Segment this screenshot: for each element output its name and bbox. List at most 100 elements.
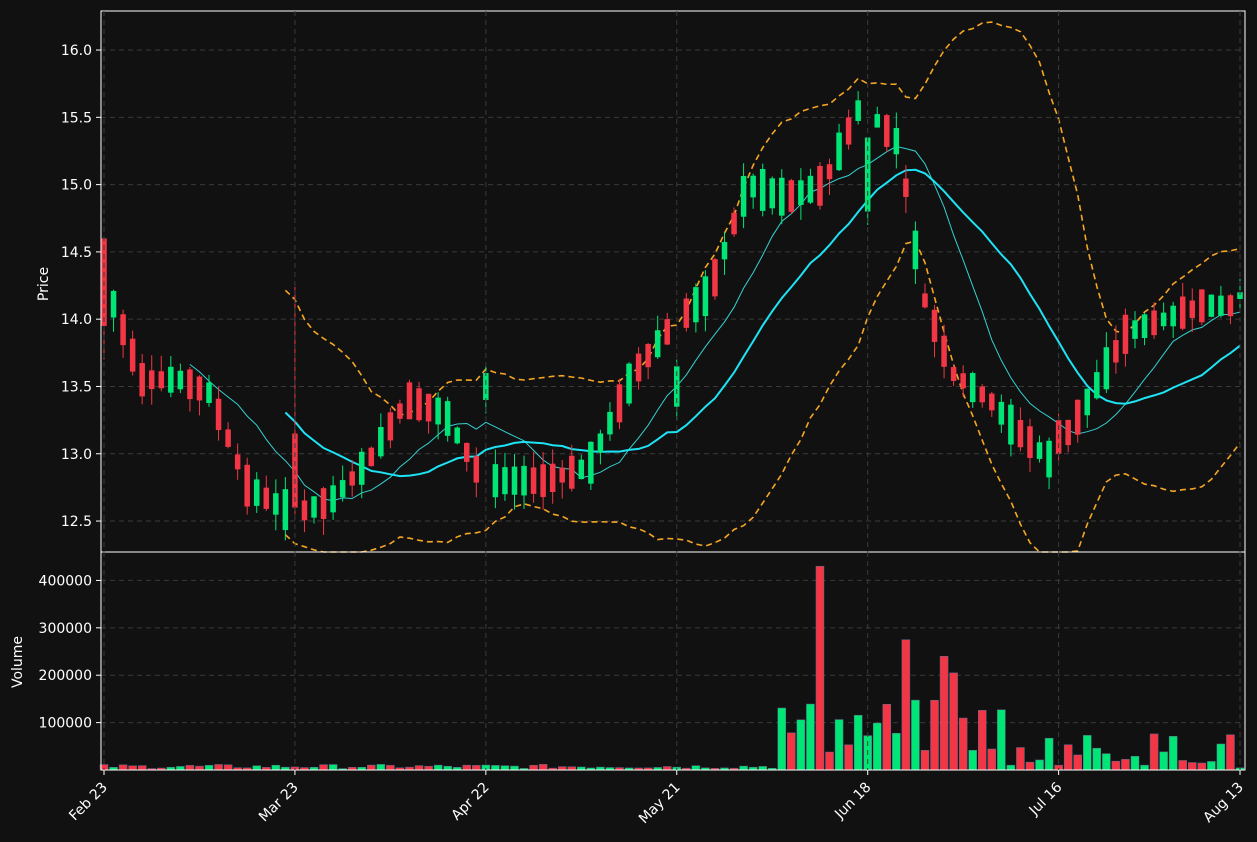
candle-body: [120, 314, 126, 346]
candle-body: [378, 426, 384, 457]
candle-body: [721, 241, 728, 260]
candle-body: [1094, 372, 1100, 399]
candle-body: [206, 382, 212, 404]
volume-bar: [1083, 735, 1092, 771]
candle-body: [1199, 289, 1205, 323]
volume-bar: [834, 719, 844, 771]
candle-body: [177, 370, 184, 390]
candle-body: [1189, 300, 1196, 318]
volume-bar: [997, 709, 1006, 771]
candle-body: [884, 115, 890, 147]
candle-body: [779, 177, 785, 216]
candle-body: [110, 290, 117, 318]
candle-body: [425, 393, 432, 422]
volume-bar: [223, 764, 233, 771]
candle: [683, 292, 690, 332]
volume-bar: [806, 703, 815, 771]
volume-bar: [1063, 744, 1073, 771]
volume-bar: [882, 703, 892, 771]
price-tick-label: 14.0: [61, 312, 92, 328]
volume-bar: [872, 722, 882, 771]
candle-body: [893, 128, 900, 155]
candle: [406, 379, 413, 420]
candle-body: [597, 433, 604, 453]
candle-body: [702, 276, 709, 317]
volume-bar: [892, 732, 901, 771]
volume-bar: [1168, 736, 1178, 771]
volume-bar: [1035, 759, 1044, 771]
volume-bar: [557, 766, 567, 771]
candle-body: [387, 412, 394, 441]
candle-body: [798, 180, 804, 205]
candle-body: [282, 489, 289, 531]
candle-body: [397, 403, 403, 419]
volume-bar: [1111, 760, 1121, 771]
volume-bar: [1121, 759, 1130, 771]
candle: [444, 396, 451, 442]
candle: [788, 178, 795, 215]
candle-body: [578, 459, 585, 480]
candle-body: [234, 454, 241, 470]
price-tick-label: 15.5: [61, 110, 92, 126]
candle-body: [1160, 312, 1167, 327]
candle-body: [969, 373, 976, 403]
volume-bar: [815, 565, 825, 771]
candle-body: [435, 397, 441, 425]
volume-bar: [137, 765, 147, 771]
candle-body: [769, 178, 775, 209]
candle-body: [253, 479, 260, 506]
candle-body: [444, 401, 451, 436]
candle: [712, 257, 718, 300]
candle-body: [998, 401, 1005, 425]
volume-bar: [185, 765, 195, 771]
volume-bar: [1016, 747, 1025, 771]
volume-bar: [949, 672, 958, 771]
volume-bar: [462, 764, 472, 771]
candle-body: [225, 429, 231, 447]
volume-bar: [386, 765, 395, 771]
volume-bar: [796, 719, 806, 771]
volume-bar: [271, 764, 281, 771]
volume-bar: [978, 710, 987, 771]
volume-tick-label: 100000: [39, 716, 92, 732]
candle-body: [845, 117, 852, 145]
volume-bar: [319, 764, 328, 771]
candle-body: [836, 132, 842, 171]
candle-body: [1008, 404, 1014, 445]
candle-body: [979, 386, 986, 403]
volume-bar: [825, 751, 834, 771]
volume-bar: [758, 766, 767, 771]
candle-body: [263, 487, 270, 509]
candle-body: [664, 319, 670, 345]
volume-bar: [1159, 751, 1168, 771]
volume-bar: [777, 707, 787, 771]
candle-body: [712, 259, 718, 297]
candle-body: [750, 175, 756, 198]
candle-body: [454, 427, 460, 444]
volume-bar: [1006, 764, 1016, 771]
price-tick-label: 12.5: [61, 514, 92, 530]
volume-bar: [1092, 747, 1102, 771]
volume-bar: [529, 764, 538, 771]
volume-bar: [433, 764, 443, 771]
candle-body: [616, 384, 623, 423]
volume-bar: [1149, 733, 1159, 771]
candle-body: [511, 466, 518, 495]
volume-bar: [443, 765, 452, 771]
volume-bar: [987, 748, 997, 771]
candle-body: [349, 471, 355, 486]
volume-bar: [844, 744, 853, 771]
candle-body: [788, 180, 795, 212]
volume-bar: [901, 639, 911, 771]
candle-body: [731, 212, 737, 235]
volume-bar: [472, 765, 481, 771]
volume-bar: [1178, 760, 1187, 771]
stock-chart: 12.5 13.0 13.5 14.0 14.5 15.0 15.5 16.0 Price 1…: [0, 0, 1257, 842]
candle-body: [931, 309, 938, 342]
volume-bar: [1130, 756, 1140, 771]
candle-body: [1122, 314, 1129, 354]
candle-body: [1103, 347, 1110, 390]
volume-bar: [920, 750, 930, 771]
candle-body: [244, 464, 250, 507]
volume-bar: [968, 750, 977, 771]
